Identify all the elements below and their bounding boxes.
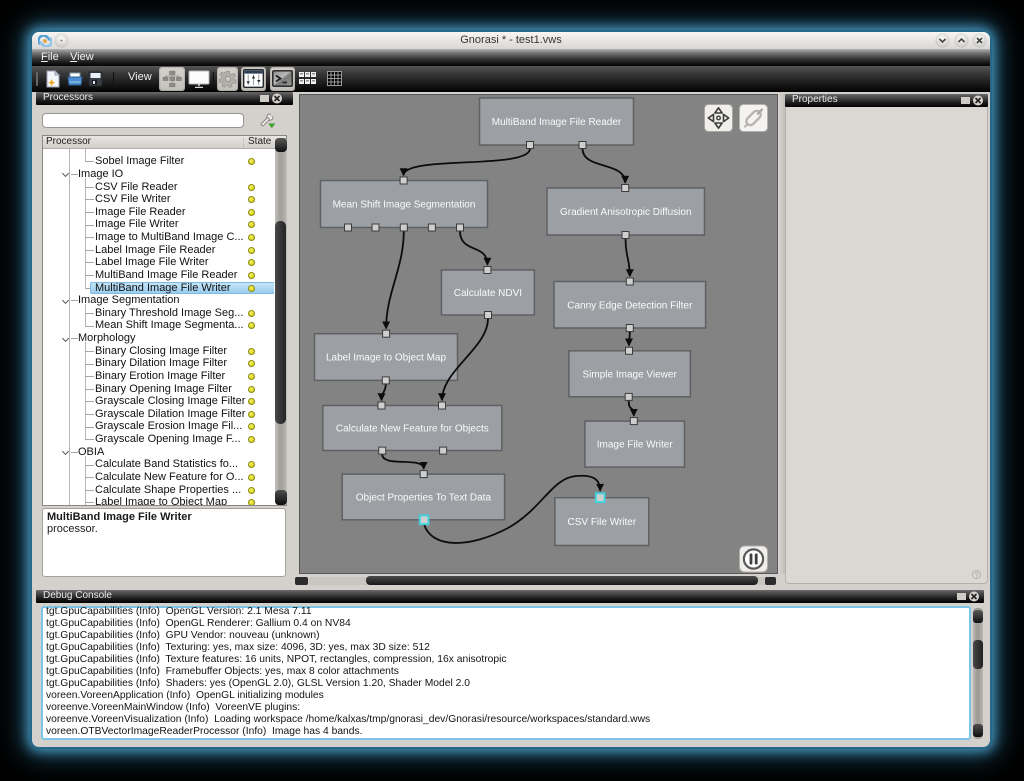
svg-text:Calculate New Feature for Obje: Calculate New Feature for Objects (336, 424, 489, 435)
svg-text:Mean Shift Image Segmentation: Mean Shift Image Segmentation (333, 200, 476, 211)
svg-text:Image File Writer: Image File Writer (597, 440, 674, 451)
svg-text:Object Properties To Text Data: Object Properties To Text Data (356, 492, 492, 503)
svg-text:CSV File Writer: CSV File Writer (567, 517, 636, 528)
svg-text:Calculate NDVI: Calculate NDVI (454, 288, 522, 299)
svg-text:Simple Image Viewer: Simple Image Viewer (582, 369, 677, 380)
svg-text:MultiBand Image File Reader: MultiBand Image File Reader (492, 117, 622, 128)
svg-text:Gradient Anisotropic Diffusion: Gradient Anisotropic Diffusion (560, 207, 692, 218)
svg-text:Canny Edge Detection Filter: Canny Edge Detection Filter (567, 300, 693, 311)
svg-text:Label Image to Object Map: Label Image to Object Map (326, 353, 447, 364)
